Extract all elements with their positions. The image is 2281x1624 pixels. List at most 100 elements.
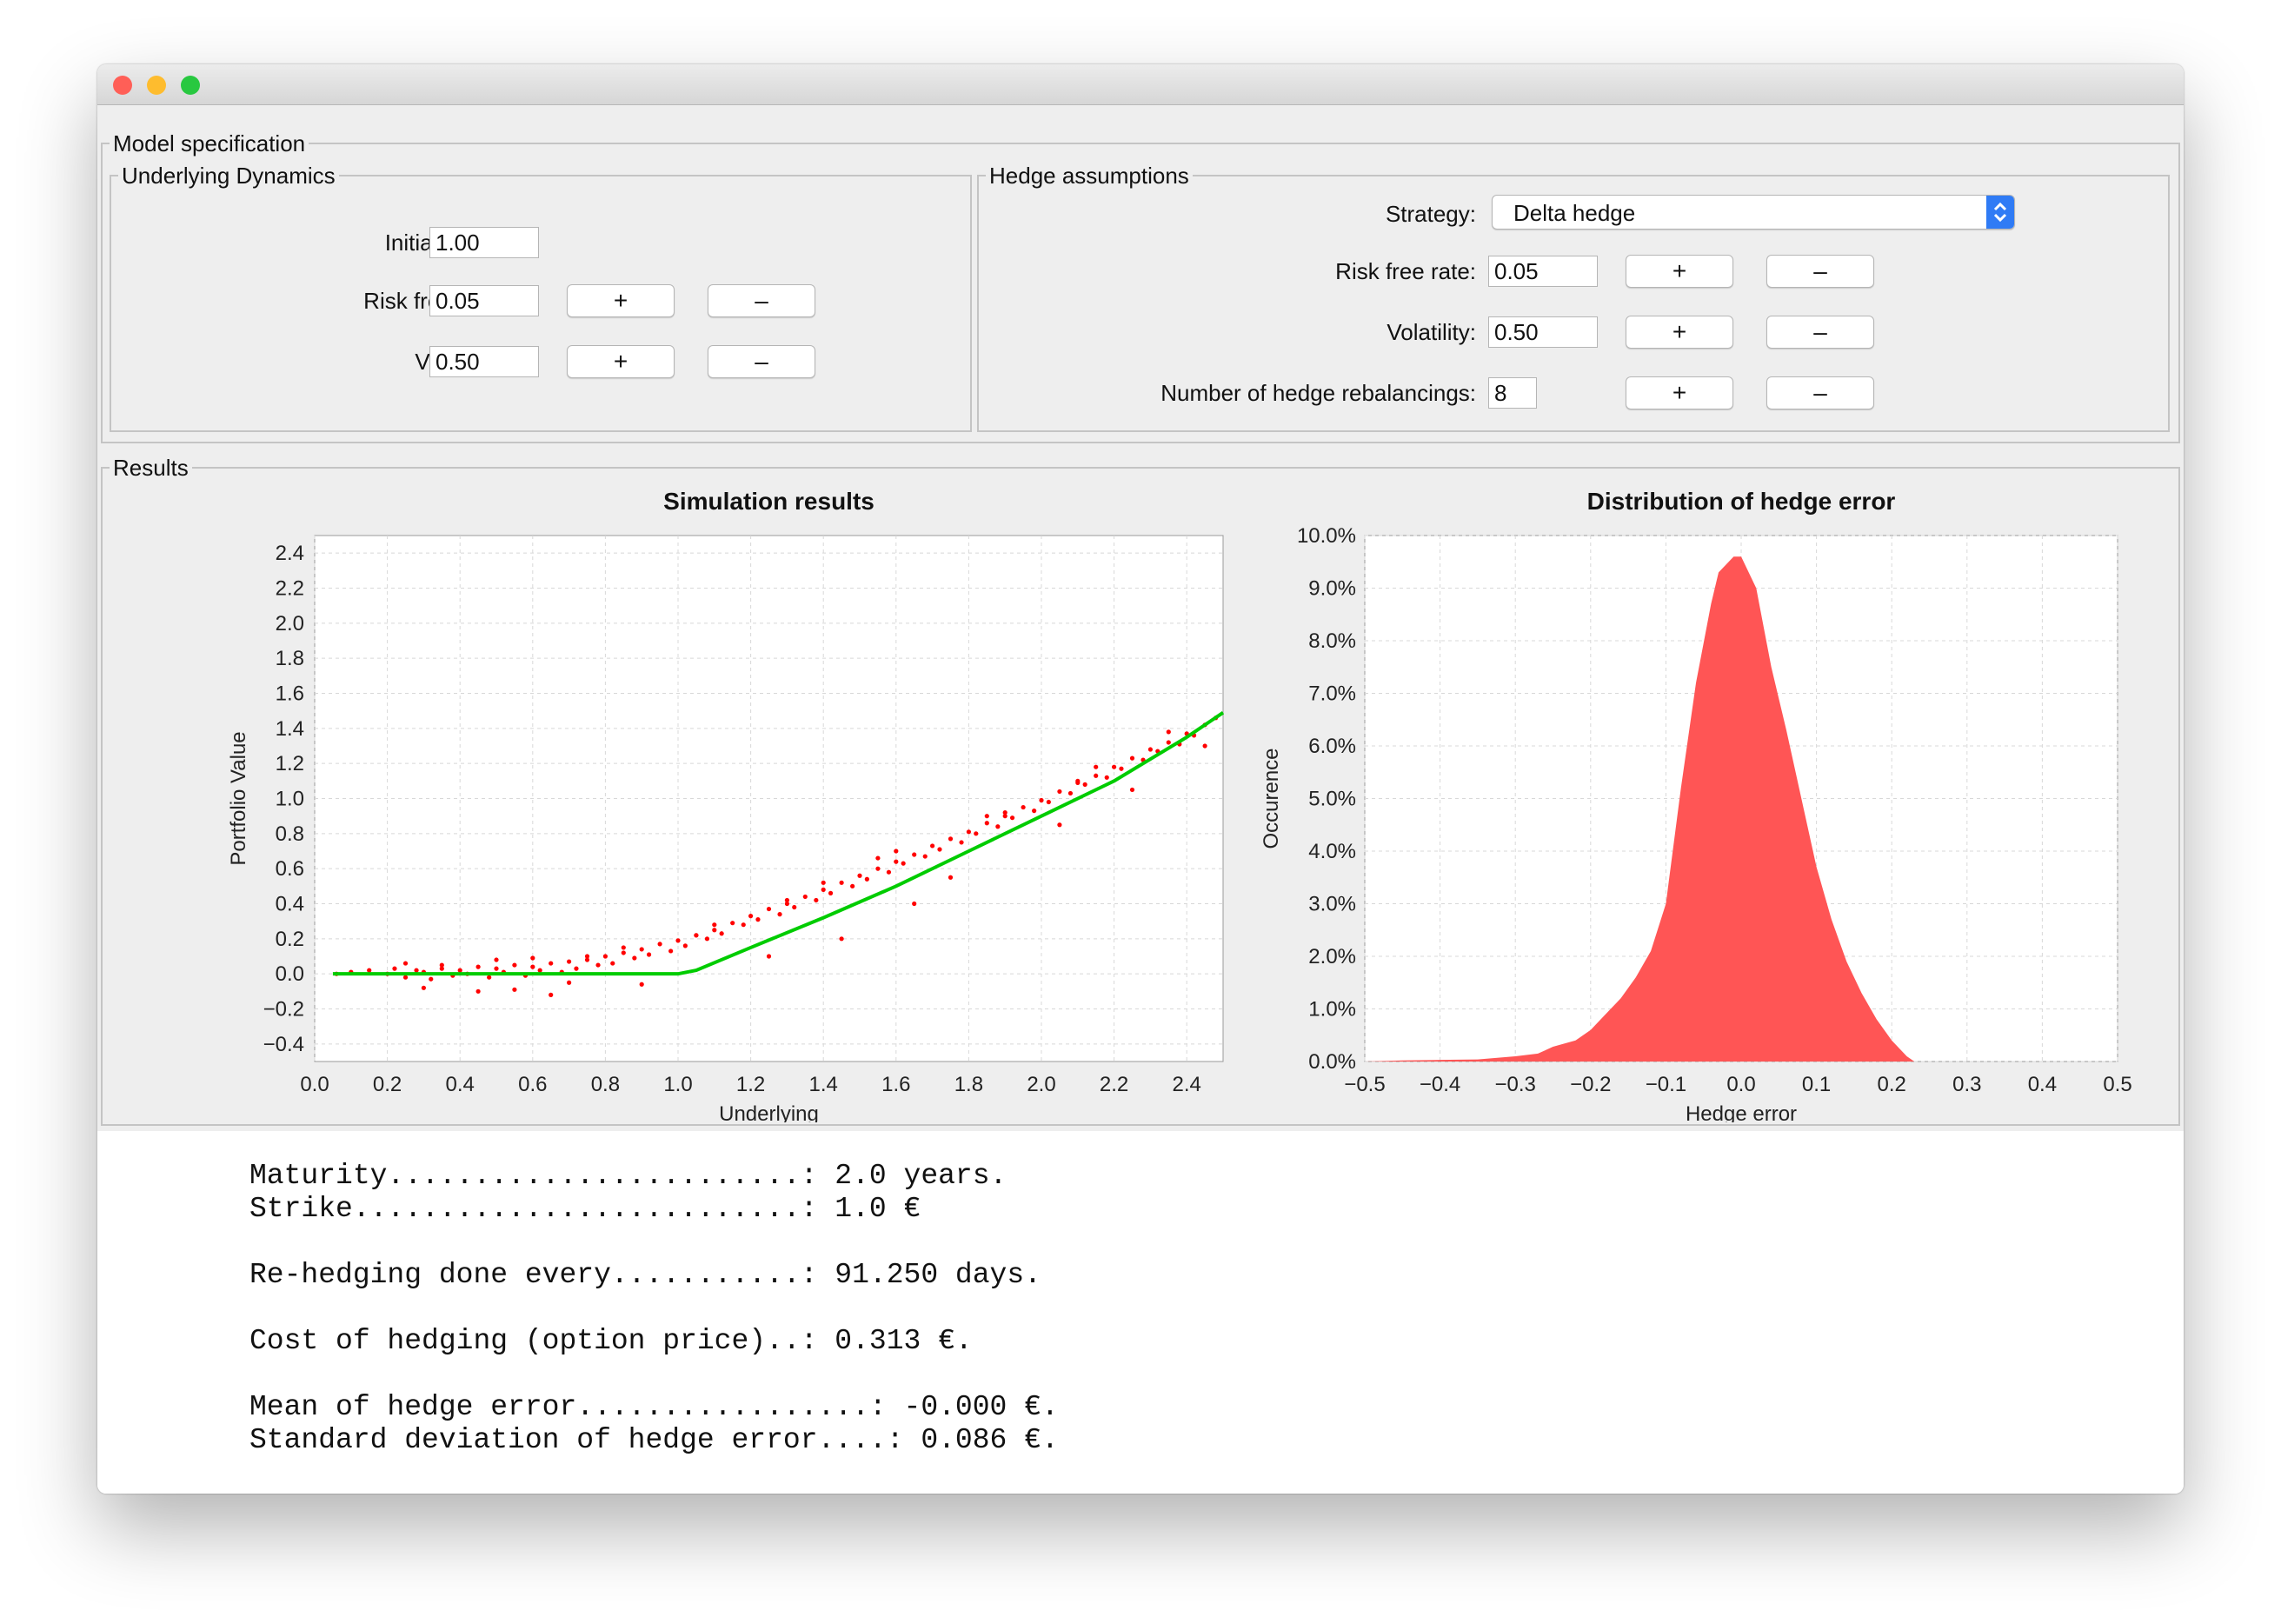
- scatter-point: [1202, 743, 1207, 749]
- close-button[interactable]: [113, 76, 132, 95]
- scatter-point: [850, 883, 855, 889]
- scatter-point: [694, 933, 699, 938]
- scatter-point: [439, 962, 444, 968]
- scatter-point: [574, 966, 579, 971]
- x-tick-label: 0.2: [1878, 1073, 1906, 1096]
- hedge-rebalancings-input[interactable]: [1488, 377, 1537, 409]
- y-tick-label: 7.0%: [1308, 682, 1356, 706]
- y-tick-label: 0.0: [276, 962, 304, 986]
- hedge-volatility-label: Volatility:: [1387, 319, 1476, 345]
- output-text: Maturity........................: 2.0 ye…: [249, 1160, 1059, 1457]
- hedge-risk-free-rate-input[interactable]: [1488, 256, 1598, 287]
- scatter-point: [1147, 747, 1153, 752]
- x-tick-label: −0.1: [1646, 1073, 1686, 1096]
- strategy-select-value: Delta hedge: [1513, 200, 1636, 226]
- hedge-error-distribution-chart: −0.5 −0.4 −0.3 −0.2 −0.1 0.0 0.1 0.2 0.3 0.4 0.5 0.…: [1260, 488, 2132, 1122]
- scatter-point: [646, 952, 652, 957]
- scatter-point: [1129, 755, 1135, 761]
- scatter-point: [494, 966, 499, 971]
- chevron-up-down-icon: [1986, 196, 2014, 229]
- underlying-risk-free-rate-minus-button[interactable]: –: [708, 284, 815, 317]
- scatter-point: [948, 875, 954, 880]
- y-tick-label: 9.0%: [1308, 577, 1356, 601]
- x-tick-label: 0.4: [2028, 1073, 2057, 1096]
- y-tick-label: 0.0%: [1308, 1050, 1356, 1074]
- output-line: Standard deviation of hedge error....: 0…: [249, 1424, 1059, 1456]
- x-tick-label: −0.5: [1344, 1073, 1385, 1096]
- zoom-button[interactable]: [181, 76, 200, 95]
- x-tick-label: 2.2: [1100, 1073, 1128, 1096]
- hedge-volatility-plus-button[interactable]: +: [1626, 316, 1733, 349]
- x-tick-label: −0.2: [1570, 1073, 1611, 1096]
- y-tick-label: 0.6: [276, 857, 304, 881]
- x-tick-label: 0.4: [446, 1073, 475, 1096]
- x-tick-label: 0.0: [1726, 1073, 1755, 1096]
- scatter-point: [959, 840, 964, 845]
- scatter-point: [821, 880, 826, 885]
- scatter-point: [610, 961, 615, 966]
- x-tick-label: −0.4: [1420, 1073, 1460, 1096]
- scatter-point: [1082, 782, 1087, 787]
- scatter-point: [512, 962, 517, 968]
- y-tick-label: 0.8: [276, 822, 304, 846]
- scatter-point: [475, 988, 481, 994]
- scatter-point: [912, 901, 917, 907]
- scatter-point: [567, 959, 572, 964]
- x-tick-label: 1.0: [663, 1073, 692, 1096]
- initial-value-input[interactable]: [429, 227, 539, 258]
- underlying-volatility-input[interactable]: [429, 346, 539, 377]
- scatter-point: [864, 876, 869, 882]
- scatter-point: [1119, 766, 1124, 771]
- x-axis-label: Hedge error: [1686, 1102, 1797, 1122]
- scatter-point: [549, 961, 554, 966]
- scatter-point: [549, 992, 554, 997]
- y-tick-label: 3.0%: [1308, 893, 1356, 916]
- hedge-risk-free-rate-minus-button[interactable]: –: [1766, 255, 1874, 288]
- scatter-point: [741, 922, 746, 928]
- scatter-point: [1094, 764, 1099, 769]
- scatter-point: [875, 866, 881, 871]
- y-tick-label: 8.0%: [1308, 629, 1356, 653]
- hedge-rebalancings-minus-button[interactable]: –: [1766, 376, 1874, 409]
- scatter-point: [584, 954, 590, 959]
- hedge-rebalancings-plus-button[interactable]: +: [1626, 376, 1733, 409]
- scatter-point: [602, 954, 608, 959]
- minimize-button[interactable]: [147, 76, 166, 95]
- underlying-volatility-plus-button[interactable]: +: [567, 345, 675, 378]
- hedge-volatility-input[interactable]: [1488, 316, 1598, 348]
- scatter-point: [682, 943, 688, 948]
- output-line: Cost of hedging (option price)..: 0.313 …: [249, 1325, 973, 1357]
- x-tick-label: 0.2: [373, 1073, 402, 1096]
- scatter-point: [766, 954, 772, 959]
- underlying-risk-free-rate-plus-button[interactable]: +: [567, 284, 675, 317]
- y-tick-label: 4.0%: [1308, 840, 1356, 863]
- hedge-risk-free-rate-plus-button[interactable]: +: [1626, 255, 1733, 288]
- scatter-point: [901, 861, 906, 866]
- underlying-risk-free-rate-input[interactable]: [429, 285, 539, 316]
- x-tick-label: 0.8: [591, 1073, 620, 1096]
- y-tick-label: 2.0: [276, 612, 304, 636]
- hedge-volatility-minus-button[interactable]: –: [1766, 316, 1874, 349]
- y-axis-label: Occurence: [1260, 748, 1283, 849]
- underlying-volatility-minus-button[interactable]: –: [708, 345, 815, 378]
- y-axis-label: Portfolio Value: [227, 731, 250, 865]
- scatter-point: [1032, 809, 1037, 814]
- scatter-point: [748, 914, 754, 919]
- scatter-point: [475, 964, 481, 969]
- scatter-point: [948, 836, 954, 842]
- y-tick-label: 1.0: [276, 788, 304, 811]
- chart-title: Simulation results: [663, 488, 874, 515]
- main-content: Model specification Underlying Dynamics …: [97, 105, 2184, 1131]
- x-tick-label: 1.4: [809, 1073, 838, 1096]
- scatter-point: [429, 976, 434, 982]
- strategy-select[interactable]: Delta hedge: [1492, 195, 2015, 230]
- scatter-point: [530, 955, 535, 961]
- scatter-point: [894, 859, 899, 864]
- y-tick-label: 2.0%: [1308, 945, 1356, 968]
- y-tick-label: 1.0%: [1308, 998, 1356, 1022]
- output-line: Mean of hedge error.................: -0…: [249, 1391, 1059, 1423]
- scatter-point: [621, 945, 626, 950]
- scatter-point: [712, 928, 717, 933]
- hedge-rebalancings-label: Number of hedge rebalancings:: [1160, 380, 1476, 406]
- scatter-point: [814, 897, 819, 903]
